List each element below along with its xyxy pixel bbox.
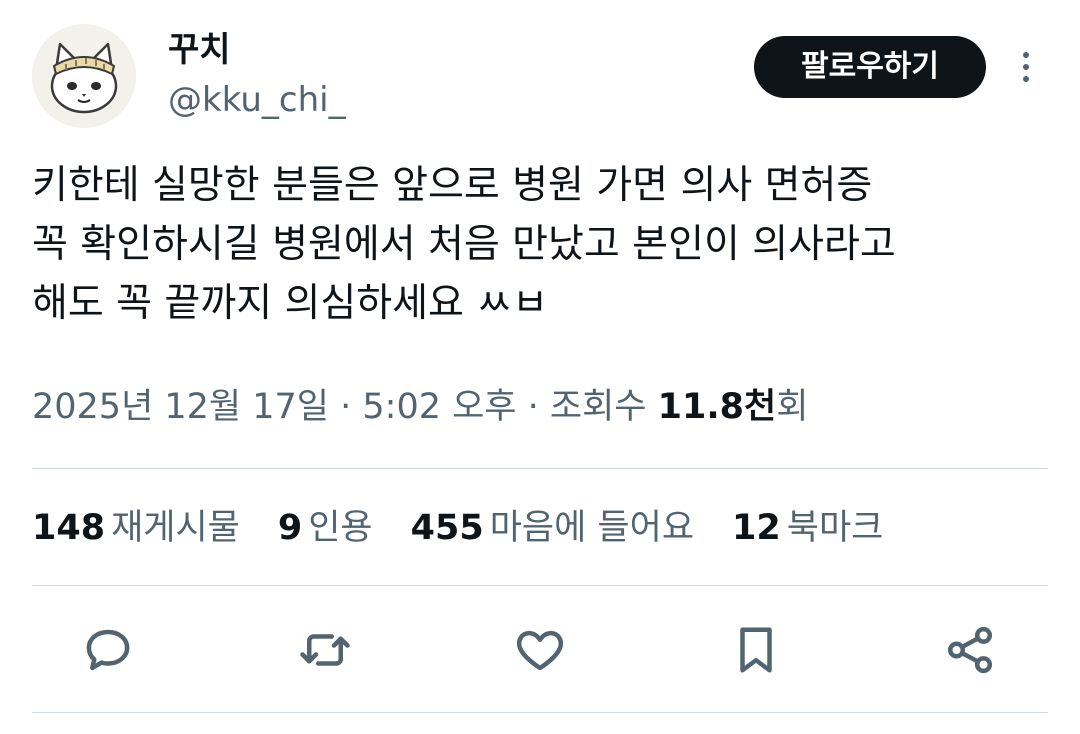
views-suffix: 회 (776, 387, 809, 427)
meta-separator: · (516, 387, 550, 427)
repost-icon (300, 634, 350, 666)
tweet-actions (0, 614, 1080, 686)
bookmarks-label: 북마크 (786, 508, 884, 548)
tweet-text: 키한테 실망한 분들은 앞으로 병원 가면 의사 면허증 꼭 확인하시길 병원에… (32, 156, 1062, 333)
likes-label: 마음에 들어요 (489, 508, 695, 548)
author-avatar[interactable] (32, 24, 136, 128)
meta-separator: · (329, 387, 363, 427)
quotes-label: 인용 (308, 508, 373, 548)
likes-count: 455 (410, 508, 484, 548)
share-button[interactable] (940, 620, 1000, 680)
tweet-text-line: 키한테 실망한 분들은 앞으로 병원 가면 의사 면허증 (32, 163, 873, 208)
tweet-text-line: 꼭 확인하시길 병원에서 처음 만났고 본인이 의사라고 (32, 222, 896, 267)
engagement-stats: 148 재게시물 9 인용 455 마음에 들어요 12 북마크 (32, 502, 921, 554)
more-vertical-icon-dot (1023, 76, 1029, 82)
author-display-name[interactable]: 꾸치 (168, 28, 231, 72)
bookmarks-count: 12 (732, 508, 781, 548)
reply-button[interactable] (78, 620, 138, 680)
reposts-count: 148 (32, 508, 106, 548)
like-button[interactable] (510, 620, 570, 680)
reposts-label: 재게시물 (111, 508, 240, 548)
cat-avatar-icon (32, 24, 136, 128)
more-vertical-icon (1023, 52, 1029, 58)
follow-button[interactable]: 팔로우하기 (754, 36, 986, 98)
divider (32, 585, 1048, 586)
divider (32, 468, 1048, 469)
reposts-stat[interactable]: 148 재게시물 (32, 502, 240, 554)
tweet-meta: 2025년 12월 17일 · 5:02 오후 · 조회수 11.8천회 (32, 382, 808, 432)
bookmark-icon (740, 627, 772, 673)
divider (32, 712, 1048, 713)
quotes-count: 9 (277, 508, 303, 548)
more-options-button[interactable] (1008, 44, 1044, 90)
reply-icon (86, 629, 130, 671)
tweet-date[interactable]: 2025년 12월 17일 (32, 387, 329, 427)
share-icon (947, 626, 993, 674)
like-icon (516, 630, 564, 671)
author-handle[interactable]: @kku_chi_ (168, 78, 346, 122)
tweet-time[interactable]: 5:02 오후 (362, 387, 516, 427)
more-vertical-icon-dot (1023, 64, 1029, 70)
bookmarks-stat[interactable]: 12 북마크 (732, 502, 883, 554)
bookmark-button[interactable] (726, 620, 786, 680)
tweet-text-line: 해도 꼭 끝까지 의심하세요 ㅆㅂ (32, 281, 549, 326)
likes-stat[interactable]: 455 마음에 들어요 (411, 502, 694, 554)
repost-button[interactable] (295, 620, 355, 680)
quotes-stat[interactable]: 9 인용 (278, 502, 373, 554)
views-count: 11.8천 (657, 387, 777, 427)
views-label: 조회수 (549, 387, 647, 427)
